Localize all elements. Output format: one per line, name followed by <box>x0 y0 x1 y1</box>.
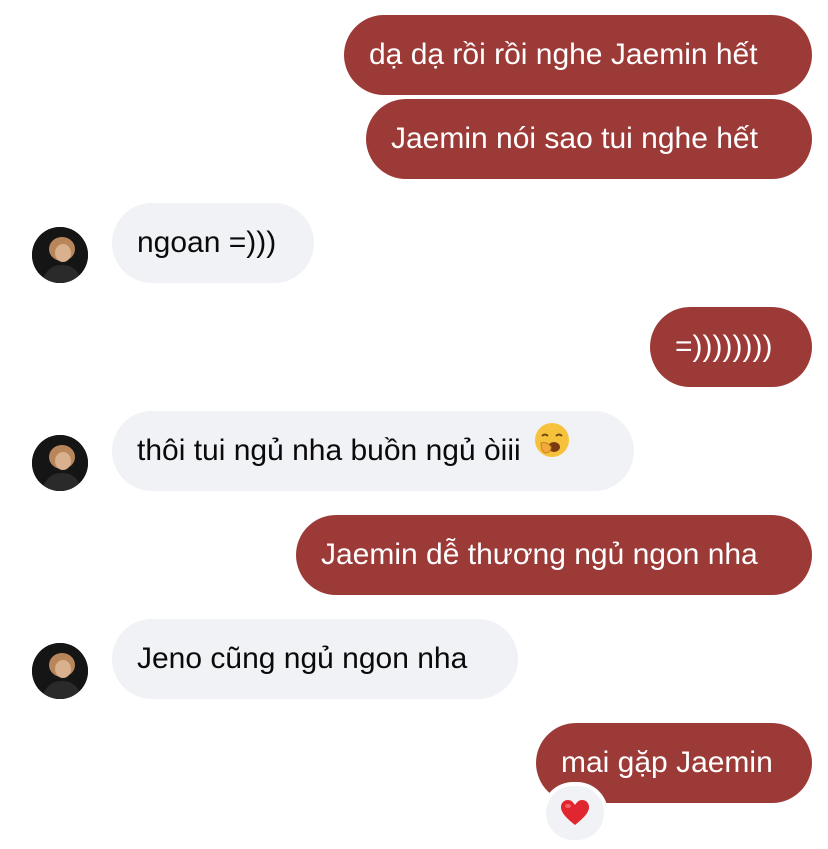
message-text: Jaemin nói sao tui nghe hết <box>391 122 758 155</box>
avatar[interactable] <box>32 643 88 699</box>
message-text: Jeno cũng ngủ ngon nha <box>137 642 468 675</box>
message-text: ngoan =))) <box>137 226 277 259</box>
avatar-photo <box>32 227 88 283</box>
avatar-photo <box>32 435 88 491</box>
message-text: mai gặp Jaemin <box>561 746 773 779</box>
red-heart-icon <box>561 800 589 825</box>
outgoing-message-bubble[interactable]: Jaemin nói sao tui nghe hết <box>366 99 812 179</box>
message-reaction[interactable] <box>546 786 604 840</box>
incoming-message-bubble[interactable]: ngoan =))) <box>112 203 314 283</box>
message-text: thôi tui ngủ nha buồn ngủ òiii <box>137 434 521 467</box>
incoming-message-bubble[interactable]: Jeno cũng ngủ ngon nha <box>112 619 518 699</box>
avatar[interactable] <box>32 227 88 283</box>
yawning-face-icon <box>533 410 571 490</box>
incoming-message-bubble[interactable]: thôi tui ngủ nha buồn ngủ òiii <box>112 411 634 491</box>
outgoing-message-bubble[interactable]: dạ dạ rồi rồi nghe Jaemin hết <box>344 15 812 95</box>
message-text: =)))))))) <box>675 330 773 363</box>
outgoing-message-bubble[interactable]: =)))))))) <box>650 307 812 387</box>
avatar[interactable] <box>32 435 88 491</box>
message-text: Jaemin dễ thương ngủ ngon nha <box>321 538 758 571</box>
avatar-photo <box>32 643 88 699</box>
outgoing-message-bubble[interactable]: Jaemin dễ thương ngủ ngon nha <box>296 515 812 595</box>
message-text: dạ dạ rồi rồi nghe Jaemin hết <box>369 38 758 71</box>
